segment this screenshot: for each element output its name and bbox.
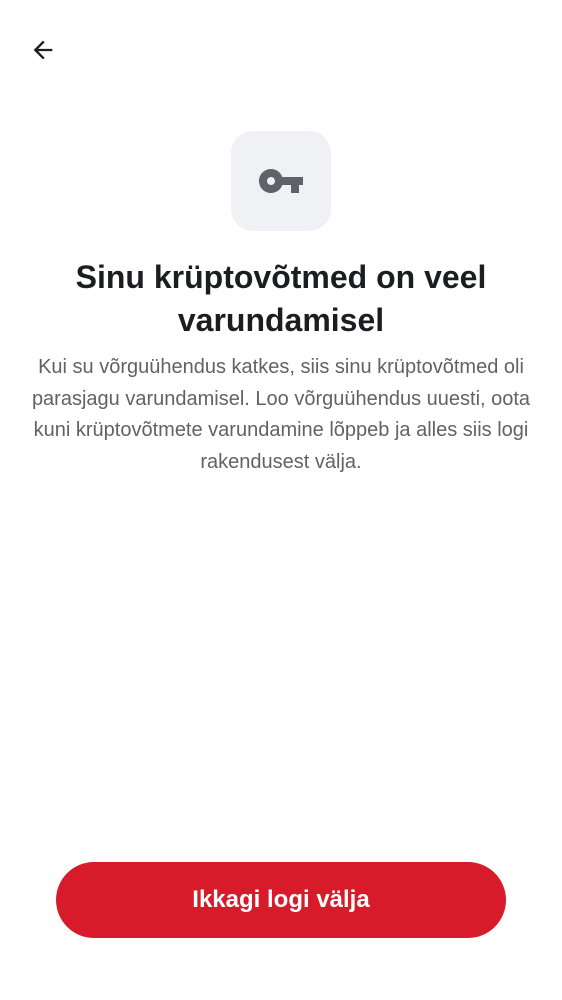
key-icon: [259, 169, 303, 193]
key-icon-tile: [231, 131, 331, 231]
arrow-left-icon: [33, 40, 53, 60]
back-button[interactable]: [20, 28, 66, 72]
page-title: Sinu krüptovõtmed on veel varundamisel: [75, 259, 487, 338]
logout-anyway-button[interactable]: Ikkagi logi välja: [56, 862, 506, 938]
description-text: Kui su võrguühendus katkes, siis sinu kr…: [31, 356, 531, 473]
